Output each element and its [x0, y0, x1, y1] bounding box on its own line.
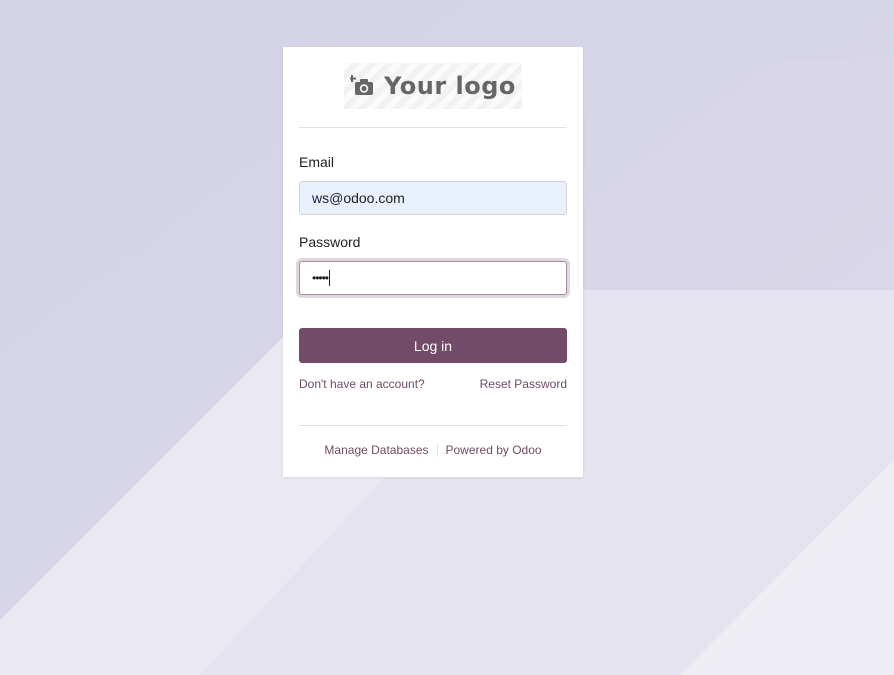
email-value: ws@odoo.com — [312, 190, 405, 206]
camera-plus-icon — [350, 75, 374, 95]
powered-by-odoo-link[interactable]: Powered by Odoo — [446, 443, 542, 457]
company-logo: Your logo — [344, 63, 522, 109]
password-mask: ••••• — [312, 271, 329, 285]
password-label: Password — [299, 234, 361, 250]
text-cursor — [329, 270, 331, 286]
login-button[interactable]: Log in — [299, 328, 567, 363]
reset-password-link[interactable]: Reset Password — [480, 377, 567, 391]
footer: Manage Databases Powered by Odoo — [283, 443, 583, 457]
email-field[interactable]: ws@odoo.com — [299, 181, 567, 215]
footer-separator — [436, 443, 438, 457]
signup-link[interactable]: Don't have an account? — [299, 377, 425, 391]
password-field[interactable]: ••••• — [299, 261, 567, 295]
login-card: Your logo Email ws@odoo.com Password •••… — [283, 47, 583, 477]
top-divider — [299, 127, 567, 128]
manage-databases-link[interactable]: Manage Databases — [324, 443, 428, 457]
bottom-divider — [299, 425, 567, 426]
logo-text: Your logo — [384, 72, 516, 100]
email-label: Email — [299, 154, 335, 170]
